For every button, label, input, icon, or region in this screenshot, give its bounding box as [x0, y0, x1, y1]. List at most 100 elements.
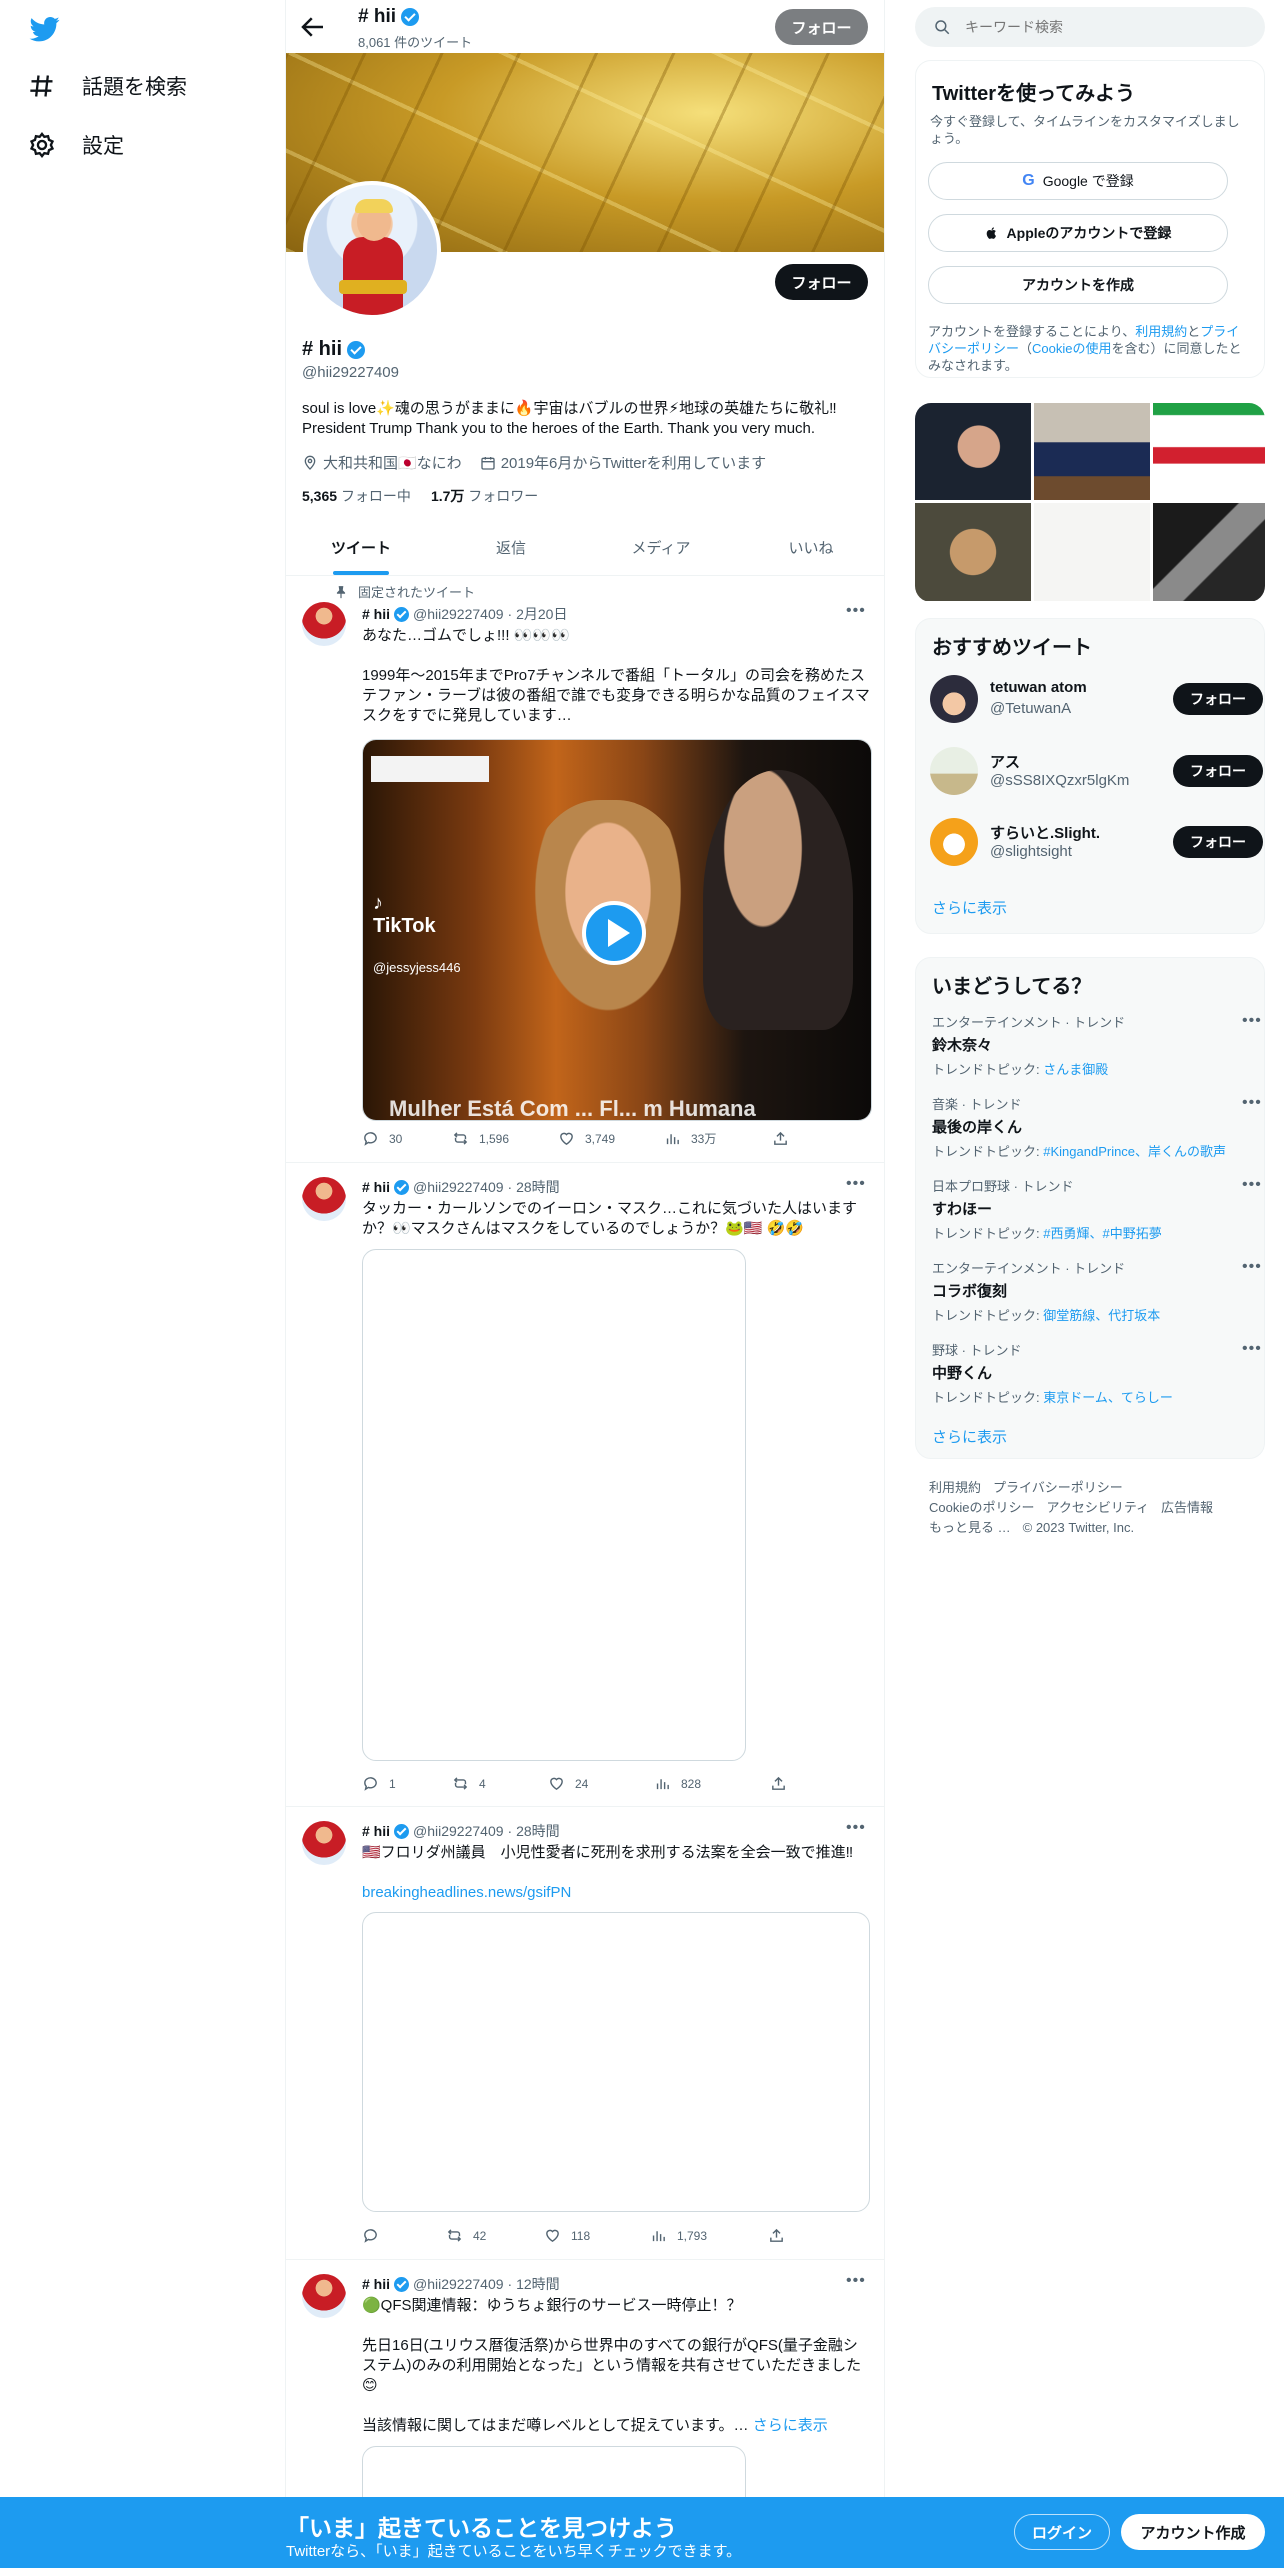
media-thumbnail[interactable] — [1034, 503, 1150, 601]
footer-privacy-link[interactable]: プライバシーポリシー — [993, 1480, 1123, 1495]
like-button[interactable]: 118 — [544, 2227, 650, 2244]
trend-item[interactable]: エンターテインメント · トレンド 鈴木奈々 トレンドトピック: さんま御殿 •… — [932, 1012, 1261, 1078]
recommended-user-name[interactable]: すらいと.Slight. — [990, 822, 1100, 843]
retweet-button[interactable]: 42 — [446, 2227, 544, 2244]
tweet-handle[interactable]: @hii29227409 — [413, 1179, 504, 1195]
cookie-link[interactable]: Cookieの使用 — [1032, 341, 1111, 356]
tweet-avatar[interactable] — [302, 602, 346, 646]
more-options-icon[interactable]: ••• — [846, 1819, 866, 1837]
twitter-logo-icon[interactable] — [28, 14, 62, 44]
footer-cookie-link[interactable]: Cookieのポリシー — [929, 1500, 1034, 1515]
like-button[interactable]: 3,749 — [558, 1130, 664, 1147]
recommended-user[interactable]: すらいと.Slight. @slightsight フォロー — [930, 818, 1263, 874]
recommended-user-name[interactable]: アス — [990, 751, 1020, 772]
recommended-user-avatar[interactable] — [930, 747, 978, 795]
tweet-time[interactable]: · 28時間 — [508, 1177, 560, 1197]
retweet-button[interactable]: 4 — [452, 1775, 548, 1792]
trend-topic-link[interactable]: #KingandPrince、岸くんの歌声 — [1043, 1144, 1226, 1159]
tweet-avatar[interactable] — [302, 1821, 346, 1865]
play-button-icon[interactable] — [582, 901, 646, 965]
footer-more-link[interactable]: もっと見る … — [929, 1520, 1011, 1535]
footer-ads-link[interactable]: 広告情報 — [1161, 1500, 1213, 1515]
tab-tweets[interactable]: ツイート — [286, 522, 436, 575]
create-account-button[interactable]: アカウントを作成 — [928, 266, 1228, 304]
tab-likes[interactable]: いいね — [736, 522, 884, 575]
tweet-embed[interactable] — [362, 1249, 746, 1761]
media-thumbnail[interactable] — [1153, 503, 1265, 601]
link-card[interactable] — [362, 1912, 870, 2212]
recommended-user-avatar[interactable] — [930, 675, 978, 723]
tweet-handle[interactable]: @hii29227409 — [413, 1823, 504, 1839]
more-options-icon[interactable]: ••• — [1242, 1340, 1262, 1358]
footer-terms-link[interactable]: 利用規約 — [929, 1480, 981, 1495]
recommended-follow-button[interactable]: フォロー — [1173, 683, 1263, 715]
like-button[interactable]: 24 — [548, 1775, 654, 1792]
share-button[interactable] — [772, 1130, 862, 1147]
google-signup-button[interactable]: G Google で登録 — [928, 162, 1228, 200]
more-options-icon[interactable]: ••• — [846, 1175, 866, 1193]
media-thumbnail[interactable] — [1153, 403, 1265, 500]
tab-replies[interactable]: 返信 — [436, 522, 586, 575]
signup-button[interactable]: アカウント作成 — [1121, 2514, 1265, 2550]
recommended-user-name[interactable]: tetuwan atom — [990, 679, 1087, 696]
more-options-icon[interactable]: ••• — [1242, 1176, 1262, 1194]
tweet[interactable]: # hii @hii29227409 · 28時間 ••• タッカー・カールソンで… — [286, 1163, 884, 1807]
tweet-link[interactable]: breakingheadlines.news/gsifPN — [362, 1883, 870, 1903]
more-options-icon[interactable]: ••• — [1242, 1258, 1262, 1276]
tweet-handle[interactable]: @hii29227409 — [413, 2276, 504, 2292]
retweet-button[interactable]: 1,596 — [452, 1130, 558, 1147]
media-thumbnail[interactable] — [915, 403, 1031, 500]
more-options-icon[interactable]: ••• — [1242, 1094, 1262, 1112]
tweet-handle[interactable]: @hii29227409 — [413, 606, 504, 622]
views-button[interactable]: 828 — [654, 1775, 770, 1792]
tweet-time[interactable]: · 2月20日 — [508, 604, 568, 624]
more-options-icon[interactable]: ••• — [1242, 1012, 1262, 1030]
share-button[interactable] — [770, 1775, 860, 1792]
media-thumbnail[interactable] — [1034, 403, 1150, 500]
recommended-follow-button[interactable]: フォロー — [1173, 826, 1263, 858]
trend-topic-link[interactable]: #西勇輝、#中野拓夢 — [1043, 1226, 1161, 1241]
back-arrow-icon[interactable] — [298, 12, 328, 42]
tweet-video[interactable]: ♪ TikTok @jessyjess446 Mulher Está Com ..… — [362, 739, 872, 1121]
trend-item[interactable]: 音楽 · トレンド 最後の岸くん トレンドトピック: #KingandPrinc… — [932, 1094, 1261, 1160]
recommended-show-more[interactable]: さらに表示 — [932, 897, 1007, 918]
tweet-author-name[interactable]: # hii — [362, 2276, 390, 2292]
recommended-user-avatar[interactable] — [930, 818, 978, 866]
trend-item[interactable]: 日本プロ野球 · トレンド すわほー トレンドトピック: #西勇輝、#中野拓夢 … — [932, 1176, 1261, 1242]
more-options-icon[interactable]: ••• — [846, 602, 866, 620]
tweet[interactable]: # hii @hii29227409 · 2月20日 ••• あなた…ゴムでしょ!… — [286, 576, 884, 1163]
footer-accessibility-link[interactable]: アクセシビリティ — [1046, 1500, 1149, 1515]
reply-button[interactable]: 1 — [362, 1775, 452, 1792]
tweet-time[interactable]: · 12時間 — [508, 2274, 560, 2294]
nav-explore[interactable]: 話題を検索 — [28, 71, 187, 101]
tweet-author-name[interactable]: # hii — [362, 1823, 390, 1839]
trends-show-more[interactable]: さらに表示 — [932, 1426, 1007, 1447]
login-button[interactable]: ログイン — [1014, 2514, 1110, 2550]
profile-avatar[interactable] — [303, 181, 441, 319]
views-button[interactable]: 33万 — [664, 1130, 772, 1147]
terms-link[interactable]: 利用規約 — [1135, 324, 1187, 339]
header-follow-button[interactable]: フォロー — [775, 9, 868, 45]
followers-stat[interactable]: 1.7万 フォロワー — [431, 486, 538, 506]
search-input[interactable] — [965, 19, 1225, 35]
tweet-avatar[interactable] — [302, 1177, 346, 1221]
more-options-icon[interactable]: ••• — [846, 2272, 866, 2290]
tweet-time[interactable]: · 28時間 — [508, 1821, 560, 1841]
following-stat[interactable]: 5,365 フォロー中 — [302, 486, 411, 506]
media-thumbnail[interactable] — [915, 503, 1031, 601]
trend-item[interactable]: 野球 · トレンド 中野くん トレンドトピック: 東京ドーム、てらしー ••• — [932, 1340, 1261, 1406]
trend-topic-link[interactable]: 御堂筋線、代打坂本 — [1043, 1308, 1160, 1323]
reply-button[interactable]: 30 — [362, 1130, 452, 1147]
show-more-link[interactable]: さらに表示 — [753, 2417, 828, 2434]
trend-item[interactable]: エンターテインメント · トレンド コラボ復刻 トレンドトピック: 御堂筋線、代… — [932, 1258, 1261, 1324]
search-bar[interactable] — [915, 7, 1265, 47]
tweet-author-name[interactable]: # hii — [362, 1179, 390, 1195]
trend-topic-link[interactable]: さんま御殿 — [1043, 1062, 1108, 1077]
share-button[interactable] — [768, 2227, 858, 2244]
trend-topic-link[interactable]: 東京ドーム、てらしー — [1043, 1390, 1173, 1405]
nav-settings[interactable]: 設定 — [28, 130, 124, 160]
tweet[interactable]: # hii @hii29227409 · 28時間 ••• 🇺🇸フロリダ州議員 小… — [286, 1807, 884, 2260]
reply-button[interactable] — [362, 2227, 446, 2244]
recommended-follow-button[interactable]: フォロー — [1173, 755, 1263, 787]
recommended-user[interactable]: tetuwan atom @TetuwanA フォロー — [930, 675, 1263, 731]
